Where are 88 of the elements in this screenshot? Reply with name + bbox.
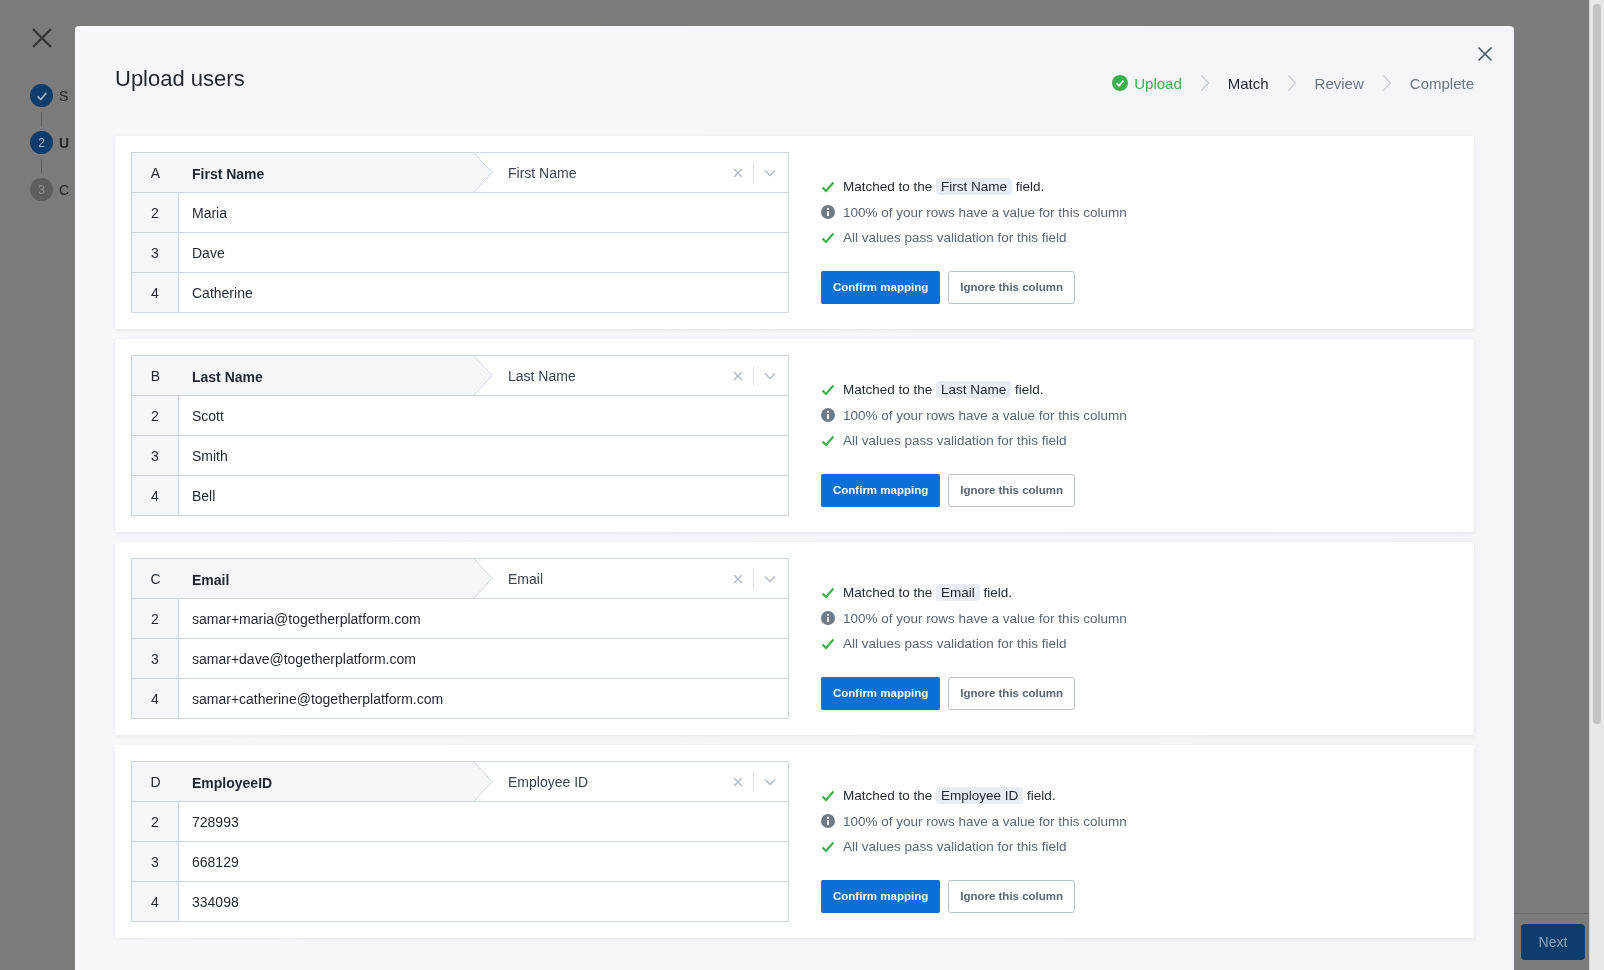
check-icon bbox=[821, 840, 835, 853]
check-icon bbox=[821, 789, 835, 802]
table-cell-text: Maria bbox=[191, 203, 228, 223]
field-select[interactable]: Employee ID bbox=[494, 762, 788, 801]
step-tab[interactable]: Review bbox=[1314, 74, 1364, 92]
row-number: 4 bbox=[132, 273, 179, 312]
step-circle: 2 bbox=[30, 131, 53, 154]
column-letter: A bbox=[132, 153, 179, 192]
ignore-column-button[interactable]: Ignore this column bbox=[948, 879, 1076, 913]
chevron-down-icon[interactable] bbox=[764, 777, 776, 786]
info-icon bbox=[821, 814, 835, 829]
clear-icon[interactable] bbox=[733, 167, 743, 178]
row-number: 3 bbox=[132, 842, 179, 881]
chevron-right-icon bbox=[1286, 74, 1297, 92]
table-cell-text: Scott bbox=[191, 406, 225, 426]
confirm-mapping-button[interactable]: Confirm mapping bbox=[821, 473, 941, 507]
step-label: C bbox=[59, 181, 70, 198]
table-cell-text: Catherine bbox=[191, 283, 254, 303]
table-cell-text: samar+catherine@togetherplatform.com bbox=[191, 689, 445, 709]
status-message: All values pass validation for this field bbox=[843, 433, 1067, 449]
row-number: 4 bbox=[132, 679, 179, 718]
chevron-down-icon[interactable] bbox=[764, 371, 776, 380]
table-cell-text: Bell bbox=[191, 486, 217, 506]
ignore-column-button[interactable]: Ignore this column bbox=[948, 676, 1076, 710]
close-icon[interactable] bbox=[1477, 46, 1493, 62]
step-tab[interactable]: Complete bbox=[1409, 74, 1474, 92]
table-cell-text: samar+dave@togetherplatform.com bbox=[191, 649, 417, 669]
table-cell-text: samar+maria@togetherplatform.com bbox=[191, 609, 422, 629]
row-number: 4 bbox=[132, 882, 179, 921]
match-message: Matched to the First Name field. bbox=[843, 179, 1045, 195]
status-message: All values pass validation for this field bbox=[843, 839, 1067, 855]
clear-icon[interactable] bbox=[733, 370, 743, 381]
field-select[interactable]: Last Name bbox=[494, 356, 788, 395]
ignore-column-button[interactable]: Ignore this column bbox=[948, 270, 1076, 304]
table-cell-text: 334098 bbox=[191, 892, 240, 912]
clear-icon[interactable] bbox=[733, 573, 743, 584]
confirm-mapping-button[interactable]: Confirm mapping bbox=[821, 676, 941, 710]
row-number: 2 bbox=[132, 193, 179, 232]
status-message: 100% of your rows have a value for this column bbox=[843, 204, 1127, 220]
match-message: Matched to the Email field. bbox=[843, 585, 1013, 601]
column-letter: C bbox=[132, 559, 179, 598]
status-message: 100% of your rows have a value for this column bbox=[843, 407, 1127, 423]
check-icon bbox=[821, 586, 835, 599]
column-letter: B bbox=[132, 356, 179, 395]
info-icon bbox=[821, 408, 835, 423]
status-message: 100% of your rows have a value for this column bbox=[843, 813, 1127, 829]
info-icon bbox=[821, 205, 835, 220]
check-icon bbox=[821, 180, 835, 193]
step-label: S bbox=[59, 87, 69, 104]
ignore-column-button[interactable]: Ignore this column bbox=[948, 473, 1076, 507]
check-icon bbox=[821, 383, 835, 396]
match-message: Matched to the Last Name field. bbox=[843, 382, 1044, 398]
row-number: 2 bbox=[132, 599, 179, 638]
clear-icon[interactable] bbox=[733, 776, 743, 787]
confirm-mapping-button[interactable]: Confirm mapping bbox=[821, 879, 941, 913]
table-cell-text: 728993 bbox=[191, 812, 240, 832]
check-icon bbox=[821, 434, 835, 447]
check-circle-icon bbox=[1112, 75, 1129, 91]
status-message: All values pass validation for this field bbox=[843, 230, 1067, 246]
column-letter: D bbox=[132, 762, 179, 801]
scrollbar[interactable] bbox=[1589, 0, 1604, 970]
close-icon[interactable] bbox=[30, 26, 54, 50]
status-message: 100% of your rows have a value for this column bbox=[843, 610, 1127, 626]
row-number: 3 bbox=[132, 436, 179, 475]
chevron-right-icon bbox=[1199, 74, 1210, 92]
row-number: 2 bbox=[132, 802, 179, 841]
chevron-down-icon[interactable] bbox=[764, 574, 776, 583]
table-cell-text: 668129 bbox=[191, 852, 240, 872]
row-number: 4 bbox=[132, 476, 179, 515]
field-select[interactable]: Email bbox=[494, 559, 788, 598]
chevron-down-icon[interactable] bbox=[764, 168, 776, 177]
step-tab[interactable]: Match bbox=[1227, 74, 1269, 92]
check-icon bbox=[821, 637, 835, 650]
next-button[interactable]: Next bbox=[1521, 924, 1585, 960]
row-number: 3 bbox=[132, 233, 179, 272]
dialog-title: Upload users bbox=[115, 66, 245, 92]
info-icon bbox=[821, 611, 835, 626]
row-number: 2 bbox=[132, 396, 179, 435]
table-cell-text: Dave bbox=[191, 243, 226, 263]
check-icon bbox=[821, 231, 835, 244]
row-number: 3 bbox=[132, 639, 179, 678]
chevron-right-icon bbox=[1381, 74, 1392, 92]
match-message: Matched to the Employee ID field. bbox=[843, 788, 1056, 804]
confirm-mapping-button[interactable]: Confirm mapping bbox=[821, 270, 941, 304]
field-select[interactable]: First Name bbox=[494, 153, 788, 192]
table-cell-text: Smith bbox=[191, 446, 229, 466]
status-message: All values pass validation for this field bbox=[843, 636, 1067, 652]
step-label: U bbox=[59, 134, 70, 151]
